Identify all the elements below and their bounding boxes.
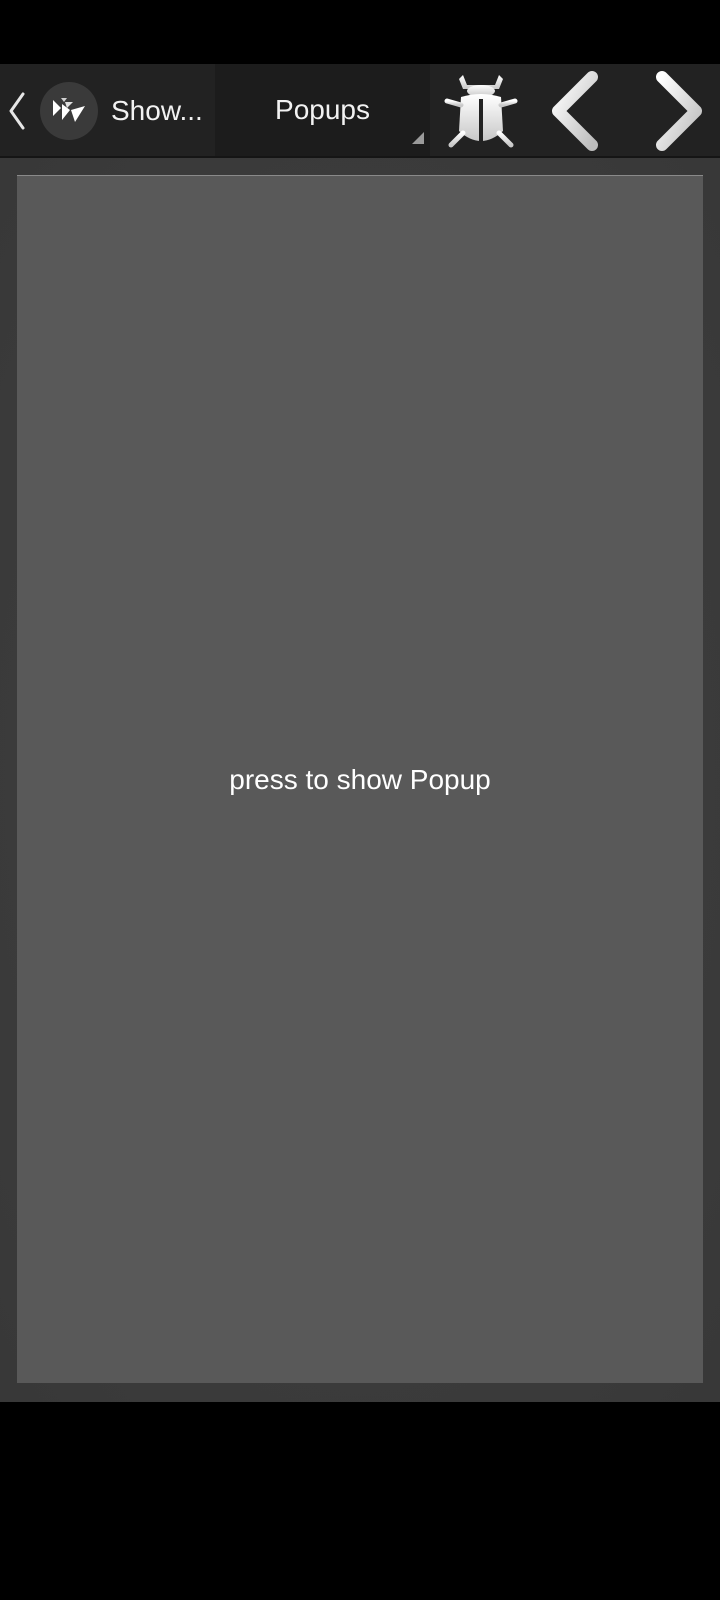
navigation-bar <box>0 1402 720 1600</box>
spinner-dropdown-icon <box>412 132 424 144</box>
action-previous[interactable]: Show... <box>0 64 215 158</box>
content-area: press to show Popup <box>0 158 720 1402</box>
screen-spinner[interactable]: Popups <box>215 64 430 156</box>
bug-button[interactable] <box>433 64 529 158</box>
bug-icon <box>443 75 519 148</box>
show-popup-button-label: press to show Popup <box>229 763 491 795</box>
spinner-label: Popups <box>275 94 370 125</box>
chevron-right-icon <box>656 71 702 151</box>
next-screen-button[interactable] <box>630 64 720 158</box>
show-popup-button[interactable]: press to show Popup <box>17 175 703 1383</box>
back-chevron-icon[interactable] <box>2 64 32 158</box>
app-logo-icon <box>40 82 98 140</box>
screen: Show... Popups press to show Popup <box>0 0 720 1600</box>
app-title: Show... <box>111 95 203 126</box>
action-bar: Show... Popups <box>0 64 720 158</box>
status-bar <box>0 0 720 64</box>
chevron-left-icon <box>552 71 598 151</box>
previous-screen-button[interactable] <box>528 64 624 158</box>
